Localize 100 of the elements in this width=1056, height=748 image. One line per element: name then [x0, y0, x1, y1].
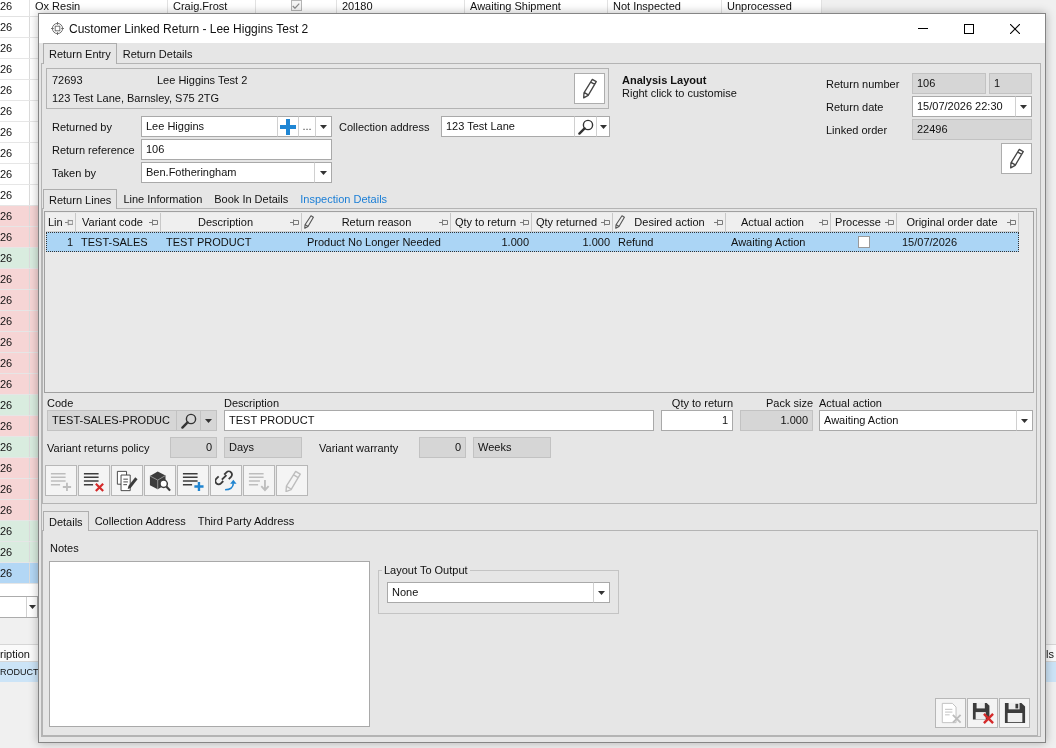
tab[interactable]: Collection Address	[88, 511, 192, 530]
checkbox[interactable]	[858, 236, 870, 248]
unit-field[interactable]: Weeks	[473, 437, 551, 458]
column-header[interactable]: Return reason	[302, 213, 451, 232]
grid-cell: 26	[0, 332, 30, 352]
checkbox[interactable]	[290, 0, 302, 11]
toolbar-button[interactable]	[210, 465, 242, 496]
caret-icon	[205, 418, 212, 423]
collection-address-field[interactable]: 123 Test Lane	[441, 116, 575, 137]
description-field[interactable]: TEST PRODUCT	[224, 410, 654, 431]
grid-row[interactable]: 26	[0, 479, 38, 500]
toolbar-button[interactable]	[78, 465, 110, 496]
dropdown-button[interactable]	[314, 162, 332, 183]
dropdown-field[interactable]	[0, 596, 38, 618]
dropdown-button[interactable]	[1015, 96, 1032, 117]
grid-row[interactable]: 26	[0, 80, 38, 101]
linked-order-field[interactable]: 22496	[912, 119, 1032, 140]
check-icon	[292, 2, 300, 9]
return-date-field[interactable]: 15/07/2026 22:30	[912, 96, 1016, 117]
grid-row[interactable]: 26	[0, 290, 38, 311]
grid-row[interactable]: 26	[0, 122, 38, 143]
code-field[interactable]: TEST-SALES-PRODUC	[47, 410, 177, 431]
grid-row[interactable]: 26	[0, 521, 38, 542]
tab[interactable]: Line Information	[117, 189, 209, 208]
search-button[interactable]	[176, 410, 201, 431]
tab[interactable]: Third Party Address	[191, 511, 301, 530]
grid-row[interactable]: 26	[0, 500, 38, 521]
field-label: Code	[47, 397, 75, 410]
grid-row[interactable]: 26	[0, 416, 38, 437]
grid-cell: 26	[0, 290, 30, 310]
grid-row[interactable]: 26	[0, 164, 38, 185]
save-button[interactable]	[999, 698, 1030, 728]
column-header[interactable]: Qty returned	[532, 213, 613, 232]
table-cell-text: Refund	[617, 235, 655, 250]
edit-button[interactable]	[1001, 143, 1032, 174]
grid-row[interactable]: 26	[0, 437, 38, 458]
grid-row[interactable]: 26	[0, 17, 38, 38]
grid-row[interactable]: 26	[0, 395, 38, 416]
qty-field[interactable]: 1	[661, 410, 733, 431]
dropdown-button[interactable]	[1016, 410, 1033, 431]
dropdown-button[interactable]	[200, 410, 217, 431]
grid-row[interactable]: 26	[0, 542, 38, 563]
return-reference-field[interactable]: 106	[141, 139, 332, 160]
grid-row[interactable]: 26	[0, 227, 38, 248]
toolbar-button[interactable]	[144, 465, 176, 496]
notes-field[interactable]	[49, 561, 370, 727]
column-header[interactable]: ription	[0, 644, 38, 662]
search-button[interactable]	[574, 116, 597, 137]
grid-row[interactable]: 26	[0, 269, 38, 290]
tab[interactable]: Details	[43, 511, 89, 531]
grid-row[interactable]: 26	[0, 563, 38, 584]
table-cell-text: 15/07/2026	[901, 235, 959, 250]
grid-row[interactable]: 26	[0, 38, 38, 59]
grid-row[interactable]: 26	[0, 332, 38, 353]
tab[interactable]: Return Entry	[43, 43, 117, 64]
grid-row[interactable]: 26	[0, 311, 38, 332]
field-label: Return date	[826, 100, 885, 113]
tab[interactable]: Return Lines	[43, 189, 118, 209]
column-header[interactable]: Original order date	[897, 213, 1019, 232]
column-header[interactable]: Desired action	[613, 213, 726, 232]
dropdown-button[interactable]	[593, 582, 610, 603]
column-header[interactable]: Variant code	[76, 213, 161, 232]
pack-size-field[interactable]: 1.000	[740, 410, 813, 431]
grid-row[interactable]: 26	[0, 374, 38, 395]
toolbar-button[interactable]	[111, 465, 143, 496]
dropdown-button[interactable]	[596, 116, 610, 137]
column-header[interactable]: Actual action	[726, 213, 831, 232]
column-header[interactable]: Description	[161, 213, 302, 232]
returned-by-field[interactable]: Lee Higgins	[141, 116, 278, 137]
column-header[interactable]: Lin	[46, 213, 76, 232]
grid-row[interactable]: 26	[0, 185, 38, 206]
actual-action-field[interactable]: Awaiting Action	[819, 410, 1017, 431]
table-row[interactable]: 1 TEST-SALES TEST PRODUCT Product No Longer Needed 1.000 1.000 Refund Awaiting Action 15/07/2026	[46, 232, 1019, 252]
grid-row[interactable]: 26	[0, 206, 38, 227]
edit-button[interactable]	[574, 73, 605, 104]
cancel-button[interactable]	[967, 698, 998, 728]
toolbar-button[interactable]	[177, 465, 209, 496]
tab[interactable]: Book In Details	[208, 189, 295, 208]
warranty-field[interactable]: 0	[419, 437, 466, 458]
policy-field[interactable]: 0	[170, 437, 217, 458]
grid-cell: 26	[0, 38, 30, 58]
more-button[interactable]: ...	[298, 116, 316, 137]
column-header[interactable]: Processe	[831, 213, 897, 232]
tab[interactable]: Return Details	[116, 44, 199, 63]
grid-row[interactable]: 26	[0, 143, 38, 164]
grid-row[interactable]: 26	[0, 59, 38, 80]
taken-by-field[interactable]: Ben.Fotheringham	[141, 162, 315, 183]
layout-field[interactable]: None	[387, 582, 594, 603]
table-cell-text: 1.000	[500, 235, 530, 250]
add-button[interactable]	[277, 116, 299, 137]
grid-row[interactable]: 26	[0, 458, 38, 479]
grid-row[interactable]: 26	[0, 101, 38, 122]
dropdown-button[interactable]	[315, 116, 332, 137]
column-header[interactable]: Qty to return	[451, 213, 532, 232]
unit-field[interactable]: Days	[224, 437, 302, 458]
return-number-field[interactable]: 106	[912, 73, 986, 94]
grid-row[interactable]: 26	[0, 248, 38, 269]
return-suffix-field[interactable]: 1	[989, 73, 1032, 94]
grid-row[interactable]: 26	[0, 353, 38, 374]
field-label: Collection address	[339, 120, 431, 133]
